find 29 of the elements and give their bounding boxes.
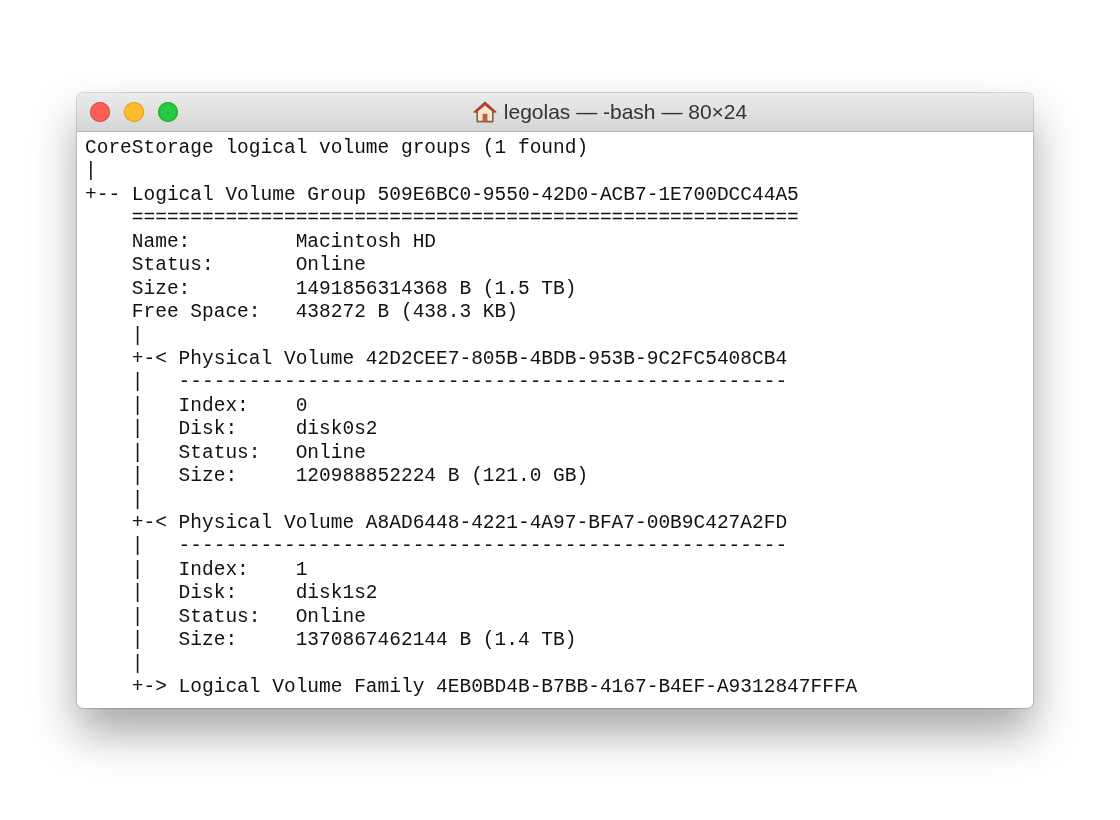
terminal-line: | ---------------------------------------------------- <box>130 535 788 559</box>
terminal-line: | ---------------------------------------------------- <box>130 371 788 395</box>
terminal-line: Size: 1491856314368 B (1.5 TB) <box>130 277 577 302</box>
terminal-line: Free Space: 438272 B (438.3 KB) <box>130 301 518 325</box>
terminal-line: +-< Physical Volume 42D2CEE7-805B-4BDB-953B-9C2FC5408CB4 <box>130 347 788 372</box>
terminal-line: | <box>130 324 144 348</box>
terminal-line: +-- Logical Volume Group 509E6BC0-9550-42D0-ACB7-1E700DCC44A5 <box>85 183 799 208</box>
terminal-line: | <box>85 160 97 184</box>
close-button[interactable] <box>90 102 110 122</box>
terminal-line: | Index: 0 <box>130 394 308 419</box>
terminal-line: | <box>130 488 144 512</box>
terminal-line: | Disk: disk0s2 <box>130 418 378 442</box>
terminal-line: ========================================================= <box>130 207 799 231</box>
terminal-line: Name: Macintosh HD <box>130 230 437 255</box>
terminal-line: | Status: Online <box>130 605 366 630</box>
terminal-line: | Size: 1370867462144 B (1.4 TB) <box>130 629 577 653</box>
terminal-line: +-> Logical Volume Family 4EB0BD4B-B7BB-4167-B4EF-A9312847FFFA <box>130 676 858 700</box>
terminal-line: | Disk: disk1s2 <box>130 582 378 606</box>
terminal-line: CoreStorage logical volume groups (1 found) <box>85 137 589 161</box>
terminal-line: | Index: 1 <box>130 558 308 583</box>
terminal-line: | <box>130 652 144 677</box>
terminal-line: +-< Physical Volume A8AD6448-4221-4A97-BFA7-00B9C427A2FD <box>130 512 788 536</box>
terminal-line: | Size: 120988852224 B (121.0 GB) <box>130 465 589 489</box>
minimize-button[interactable] <box>124 102 144 122</box>
terminal-line: | Status: Online <box>130 441 366 466</box>
house-icon <box>472 100 497 124</box>
zoom-button[interactable] <box>158 102 178 122</box>
window-title: legolas — -bash — 80×24 <box>503 100 748 124</box>
terminal-line: Status: Online <box>130 254 366 278</box>
